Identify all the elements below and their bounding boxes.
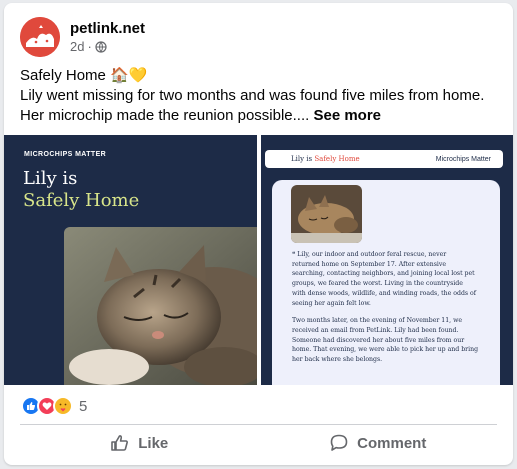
petlink-logo-icon	[20, 17, 60, 57]
thumbs-up-icon	[111, 435, 129, 451]
story-line: returned home on September 17. After ext…	[292, 260, 447, 268]
story-line: received an email from PetLink. Lily had…	[292, 326, 459, 334]
post-text-line: Safely Home 🏠💛	[20, 67, 148, 84]
care-icon	[53, 396, 73, 416]
header-text: petlink.net 2d ·	[70, 19, 145, 55]
cat-thumbnail	[291, 185, 362, 243]
page-name[interactable]: petlink.net	[70, 19, 145, 38]
post-card: petlink.net 2d · Safely Home 🏠💛 Lily wen…	[4, 3, 513, 465]
post-text-line: Her microchip made the reunion possible.…	[20, 106, 500, 126]
story-text: ❝ Lily, our indoor and outdoor feral res…	[292, 250, 488, 365]
story-line: Someone had discovered her about five mi…	[292, 336, 465, 344]
actions-divider	[20, 424, 497, 425]
post-header: petlink.net 2d ·	[20, 15, 145, 59]
post-media[interactable]: MICROCHIPS MATTER Lily is Safely Home Li…	[4, 135, 513, 385]
post-meta: 2d ·	[70, 38, 145, 55]
comment-label: Comment	[357, 434, 427, 452]
post-actions: Like Comment	[20, 427, 497, 459]
media-slide-left[interactable]: MICROCHIPS MATTER Lily is Safely Home	[4, 135, 257, 385]
globe-icon	[95, 40, 107, 53]
like-label: Like	[138, 434, 169, 452]
sleeping-cat-photo	[64, 227, 257, 385]
post-time[interactable]: 2d	[70, 38, 84, 55]
story-line: searching, contacting neighbors, and joi…	[292, 270, 475, 278]
story-line: seeing her again felt low.	[292, 299, 371, 307]
post-text: Safely Home 🏠💛 Lily went missing for two…	[20, 66, 500, 126]
pill-left-highlight: Safely Home	[314, 155, 360, 163]
reaction-count[interactable]: 5	[79, 398, 87, 415]
story-line: with dense woods, wildlife, and winding …	[292, 289, 477, 297]
avatar[interactable]	[20, 17, 60, 57]
meta-dot: ·	[87, 39, 92, 54]
story-line: Two months later, on the evening of Nove…	[292, 317, 463, 325]
comment-icon	[330, 434, 348, 451]
comment-button[interactable]: Comment	[259, 427, 498, 459]
slide-pill: Lily is Safely Home Microchips Matter	[265, 150, 503, 168]
see-more-link[interactable]: See more	[313, 107, 381, 124]
slide-title-line1: Lily is	[23, 168, 78, 189]
media-slide-right[interactable]: Lily is Safely Home Microchips Matter ❝ …	[261, 135, 513, 385]
reactions-summary[interactable]: 5	[21, 395, 87, 417]
story-panel: ❝ Lily, our indoor and outdoor feral res…	[272, 180, 500, 385]
story-line: groups, we feared the worst. Living in t…	[292, 280, 463, 288]
post-text-line: Lily went missing for two months and was…	[20, 87, 485, 104]
slide-title-line2: Safely Home	[23, 190, 140, 211]
pill-right: Microchips Matter	[435, 155, 491, 163]
slide-tag: MICROCHIPS MATTER	[24, 151, 107, 158]
story-line: home. That evening, we were able to pick…	[292, 346, 479, 354]
pill-left: Lily is Safely Home	[291, 155, 360, 163]
story-line: her back where she belongs.	[292, 356, 383, 364]
story-line: ❝ Lily, our indoor and outdoor feral res…	[292, 251, 447, 258]
pill-left-text: Lily is	[291, 155, 315, 163]
post-text-line-content: Her microchip made the reunion possible.…	[20, 107, 314, 124]
like-button[interactable]: Like	[20, 427, 259, 459]
